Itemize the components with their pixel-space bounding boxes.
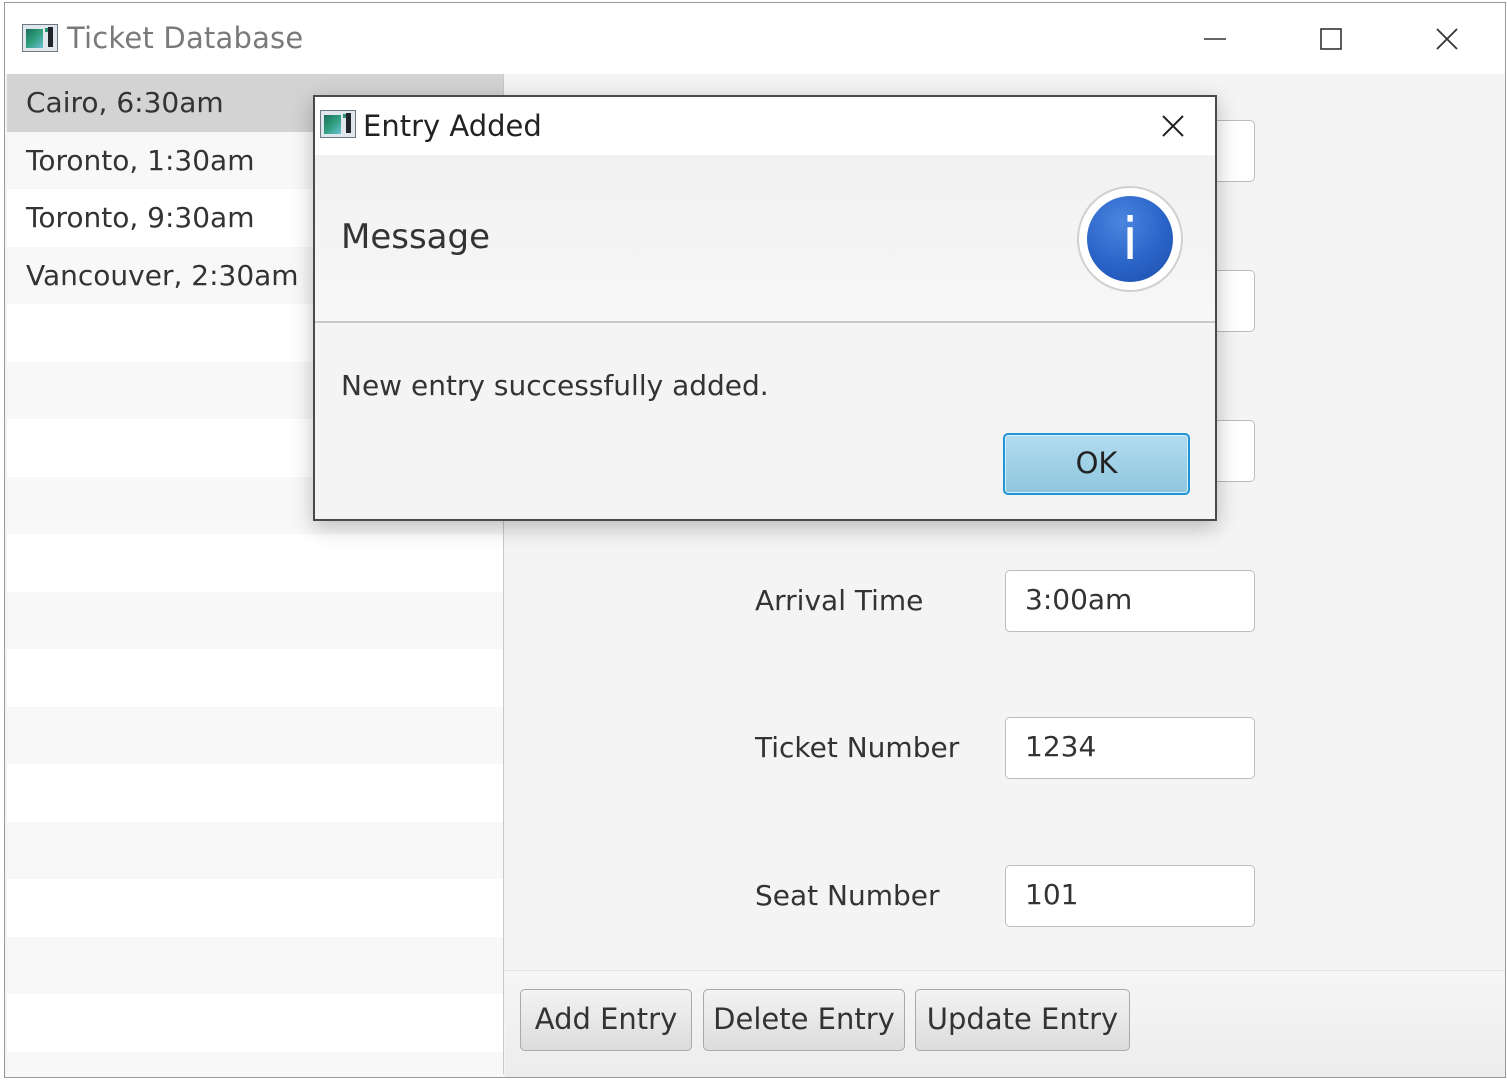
seat-number-label: Seat Number [755,879,940,912]
window-title: Ticket Database [67,21,304,55]
info-glyph: i [1087,196,1173,282]
close-icon [1436,27,1458,50]
maximize-icon [1320,27,1342,50]
minimize-icon [1204,37,1226,40]
maximize-button[interactable] [1273,3,1389,74]
delete-entry-button[interactable]: Delete Entry [703,989,905,1051]
list-item-empty[interactable] [7,879,503,937]
button-bar: Add Entry Delete Entry Update Entry [505,970,1505,1077]
list-item-empty[interactable] [7,994,503,1052]
list-item-empty[interactable] [7,591,503,649]
update-entry-button[interactable]: Update Entry [915,989,1130,1051]
list-item-empty[interactable] [7,821,503,879]
list-item-empty[interactable] [7,936,503,994]
dialog-header: Message i [315,155,1215,323]
app-icon [22,24,58,52]
ok-button[interactable]: OK [1003,433,1190,495]
add-entry-button[interactable]: Add Entry [520,989,692,1051]
ticket-number-label: Ticket Number [755,731,960,764]
dialog-app-icon [320,110,356,138]
list-item-empty[interactable] [7,764,503,822]
list-item-empty[interactable] [7,706,503,764]
dialog-titlebar[interactable]: Entry Added [315,97,1215,155]
entry-added-dialog: Entry Added Message i New entry successf… [313,95,1217,521]
window-titlebar[interactable]: Ticket Database [5,3,1505,74]
list-item-empty[interactable] [7,1051,503,1077]
dialog-close-button[interactable] [1115,97,1231,155]
seat-number-field[interactable]: 101 [1005,865,1255,927]
ticket-number-field[interactable]: 1234 [1005,717,1255,779]
minimize-button[interactable] [1157,3,1273,74]
arrival-time-label: Arrival Time [755,584,924,617]
list-item-empty[interactable] [7,649,503,707]
dialog-title: Entry Added [363,109,542,143]
info-icon: i [1077,186,1183,292]
dialog-header-text: Message [341,217,491,257]
list-item-empty[interactable] [7,534,503,592]
close-icon [1162,115,1184,137]
arrival-time-field[interactable]: 3:00am [1005,570,1255,632]
dialog-message: New entry successfully added. [341,369,769,402]
close-button[interactable] [1389,3,1505,74]
